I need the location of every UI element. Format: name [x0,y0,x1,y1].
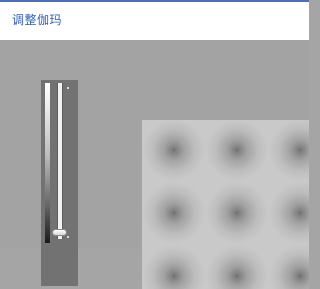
gamma-slider-thumb[interactable] [52,229,67,236]
slider-max-tick [67,87,69,89]
gamma-reference-gradient [45,83,50,243]
gamma-preview-area [0,40,309,289]
gamma-slider-panel [41,80,78,286]
dialog-header: 调整伽玛 [0,2,309,40]
dialog-title: 调整伽玛 [12,13,63,27]
gamma-test-pattern [142,120,309,289]
gamma-slider-track[interactable] [57,83,63,239]
slider-min-tick [67,236,69,238]
